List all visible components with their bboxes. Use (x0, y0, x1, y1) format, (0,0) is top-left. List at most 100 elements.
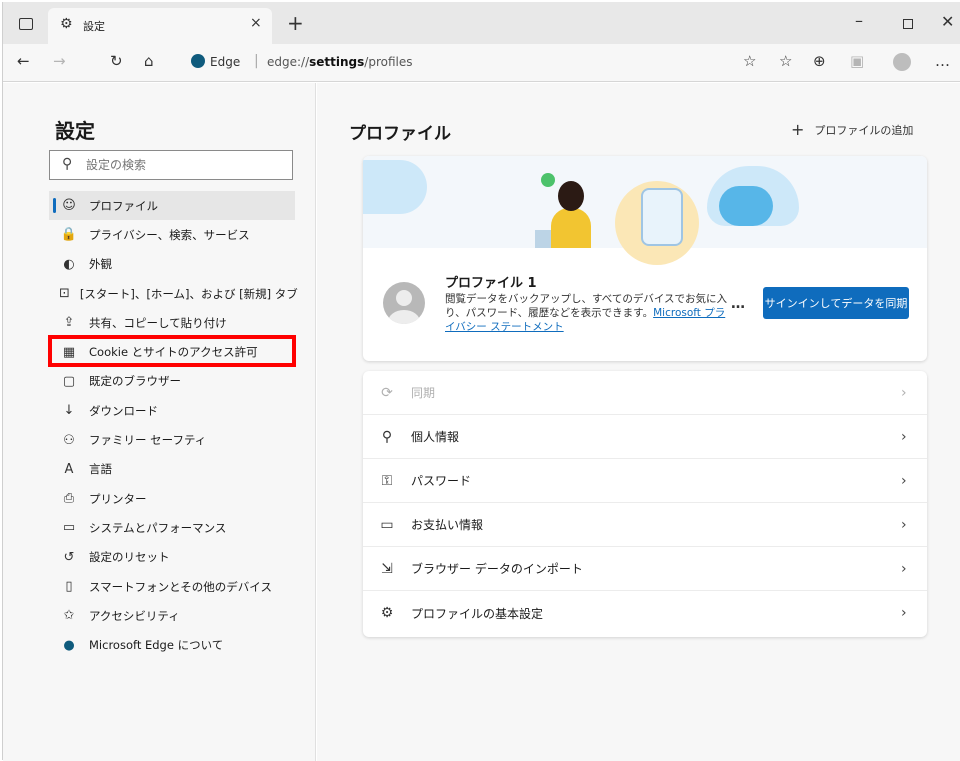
sidebar-item-cookies-site-permissions[interactable]: ▦ Cookie とサイトのアクセス許可 (49, 337, 295, 366)
sidebar-item-label: プライバシー、検索、サービス (89, 227, 250, 242)
browser-icon: ▢ (62, 373, 76, 389)
sidebar-item-label: 言語 (89, 462, 112, 477)
address-bar[interactable]: Edge | edge://settings/profiles (181, 49, 725, 75)
sidebar-item-label: アクセシビリティ (89, 608, 180, 623)
cloud-illustration (719, 186, 773, 226)
extensions-icon[interactable]: ▣ (850, 52, 864, 70)
forward-icon[interactable]: → (53, 52, 66, 70)
sidebar-item-profiles[interactable]: ☺ プロファイル (49, 191, 295, 221)
avatar (383, 282, 425, 324)
chevron-right-icon: › (901, 605, 907, 621)
chevron-right-icon: › (901, 516, 907, 533)
sidebar-item-label: スマートフォンとその他のデバイス (89, 579, 272, 594)
phone-icon: ▯ (65, 579, 73, 594)
family-icon: ⚇ (63, 432, 75, 448)
sidebar-item-reset-settings[interactable]: ↺ 設定のリセット (49, 543, 295, 572)
collections-icon[interactable]: ⊕ (813, 52, 826, 70)
settings-nav: ☺ プロファイル 🔒 プライバシー、検索、サービス ◐ 外観 ⊡ [スタート]、[ホーム… (49, 191, 298, 660)
cookie-icon: ▦ (62, 344, 76, 360)
more-menu-icon[interactable]: … (935, 52, 950, 70)
row-label: 同期 (411, 386, 436, 400)
add-profile-button[interactable]: + プロファイルの追加 (791, 120, 913, 139)
sync-icon (541, 173, 555, 187)
import-icon: ⇲ (381, 560, 393, 577)
system-icon: ▭ (62, 520, 76, 536)
row-label: お支払い情報 (411, 518, 484, 532)
chevron-right-icon: › (901, 472, 907, 489)
sidebar-item-about-edge[interactable]: ● Microsoft Edge について (49, 630, 295, 659)
profile-avatar-icon[interactable] (893, 53, 911, 71)
profile-name: プロファイル 1 (445, 276, 537, 291)
tab-close-icon[interactable]: × (250, 15, 262, 31)
add-favorite-icon[interactable]: ☆ (743, 52, 756, 70)
edge-logo-icon: ● (63, 637, 75, 653)
reset-icon: ↺ (63, 549, 75, 565)
sidebar-item-share-copy-paste[interactable]: ⇪ 共有、コピーして貼り付け (49, 308, 295, 337)
key-icon: ⚿ (381, 472, 393, 489)
sidebar-item-start-home-newtab[interactable]: ⊡ [スタート]、[ホーム]、および [新規] タブ (49, 279, 298, 308)
home-icon[interactable]: ⌂ (144, 52, 154, 70)
sidebar-item-label: 共有、コピーして貼り付け (89, 315, 227, 330)
sidebar-item-family-safety[interactable]: ⚇ ファミリー セーフティ (49, 425, 295, 454)
sidebar-item-downloads[interactable]: ↓ ダウンロード (49, 396, 295, 425)
maximize-icon[interactable] (903, 19, 913, 29)
sidebar-item-label: 外観 (89, 257, 112, 272)
back-icon[interactable]: ← (17, 52, 30, 70)
sidebar-item-label: プリンター (89, 491, 147, 506)
address-brand: Edge (210, 55, 241, 69)
search-input[interactable] (86, 155, 276, 175)
refresh-icon[interactable]: ↻ (110, 52, 123, 70)
sync-icon: ⟳ (381, 384, 393, 401)
personal-info-row[interactable]: ⚲ 個人情報 › (363, 415, 927, 459)
settings-search[interactable]: ⚲ (49, 150, 293, 180)
profile-more-button[interactable]: … (731, 296, 745, 312)
share-icon: ⇪ (63, 315, 75, 331)
profile-settings-icon: ⚙ (380, 605, 394, 621)
profile-icon: ☺ (62, 198, 76, 214)
browser-window: ⚙ 設定 × + – ✕ ← → ↻ ⌂ Edge | edge://setti… (2, 2, 960, 761)
sidebar-item-accessibility[interactable]: ✩ アクセシビリティ (49, 601, 295, 630)
payment-info-row[interactable]: ▭ お支払い情報 › (363, 503, 927, 547)
toolbar: ← → ↻ ⌂ Edge | edge://settings/profiles … (3, 44, 960, 82)
language-icon: A (64, 461, 74, 477)
printer-icon: ⎙ (63, 491, 75, 507)
tab-settings[interactable]: ⚙ 設定 × (48, 8, 272, 44)
sidebar-item-printers[interactable]: ⎙ プリンター (49, 484, 295, 513)
sidebar-item-appearance[interactable]: ◐ 外観 (49, 250, 295, 279)
sync-row[interactable]: ⟳ 同期 › (363, 371, 927, 415)
sidebar-title: 設定 (55, 119, 95, 143)
address-separator: | (254, 53, 259, 69)
row-label: ブラウザー データのインポート (411, 562, 583, 576)
page-title: プロファイル (349, 124, 451, 144)
search-icon: ⚲ (62, 156, 73, 172)
sidebar-item-privacy[interactable]: 🔒 プライバシー、検索、サービス (49, 220, 295, 249)
profile-card: プロファイル 1 閲覧データをバックアップし、すべてのデバイスでお気に入り、パス… (363, 156, 927, 361)
person-illustration (551, 208, 591, 248)
profile-banner-illustration (363, 156, 927, 265)
import-data-row[interactable]: ⇲ ブラウザー データのインポート › (363, 547, 927, 591)
accessibility-icon: ✩ (63, 608, 75, 624)
signin-sync-button[interactable]: サインインしてデータを同期 (763, 287, 909, 319)
row-label: 個人情報 (411, 430, 460, 444)
sidebar-item-default-browser[interactable]: ▢ 既定のブラウザー (49, 367, 295, 396)
favorites-icon[interactable]: ☆ (779, 52, 792, 70)
row-label: プロファイルの基本設定 (411, 606, 544, 621)
new-tab-icon[interactable]: + (287, 11, 304, 35)
sidebar-item-languages[interactable]: A 言語 (49, 455, 295, 484)
main-content: プロファイル + プロファイルの追加 プロファイル 1 閲覧データをバックアップ… (317, 83, 960, 761)
phone-illustration (641, 188, 683, 246)
profile-description: 閲覧データをバックアップし、すべてのデバイスでお気に入り、パスワード、履歴などを… (445, 293, 728, 333)
sidebar-item-label: ダウンロード (89, 403, 158, 418)
close-icon[interactable]: ✕ (941, 12, 954, 31)
sidebar-item-label: 設定のリセット (89, 550, 170, 565)
passwords-row[interactable]: ⚿ パスワード › (363, 459, 927, 503)
title-bar: ⚙ 設定 × + – ✕ (3, 2, 960, 44)
profile-preferences-row[interactable]: ⚙ プロファイルの基本設定 › (363, 591, 927, 635)
minimize-icon[interactable]: – (855, 11, 863, 30)
sidebar-item-label: Microsoft Edge について (89, 638, 224, 653)
sidebar-item-phone-devices[interactable]: ▯ スマートフォンとその他のデバイス (49, 572, 295, 601)
tab-actions-icon[interactable] (19, 18, 33, 30)
newtab-icon: ⊡ (59, 286, 70, 302)
sidebar-item-system-performance[interactable]: ▭ システムとパフォーマンス (49, 513, 295, 542)
chevron-right-icon: › (901, 428, 907, 445)
